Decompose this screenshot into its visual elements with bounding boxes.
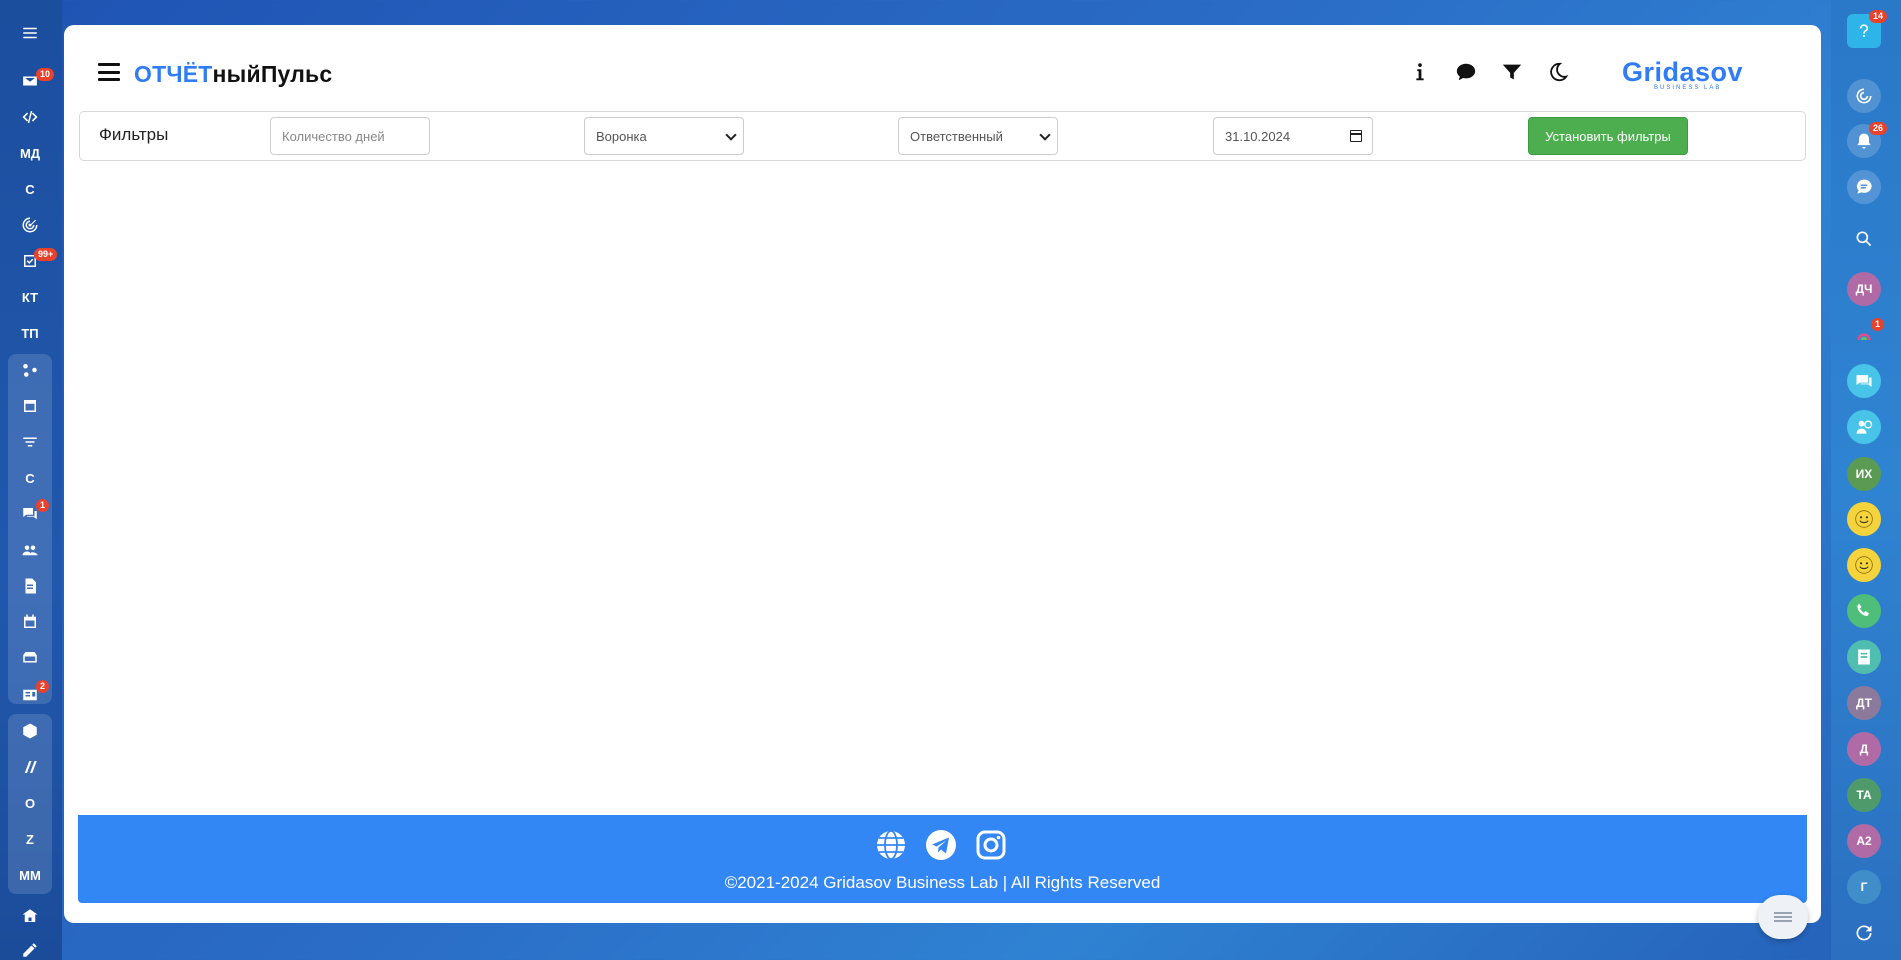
chat-badge: 1 <box>36 499 50 512</box>
rainbow-badge: 1 <box>1871 318 1885 331</box>
rail-c2[interactable]: С <box>8 463 52 493</box>
info-icon[interactable] <box>1409 61 1431 83</box>
rail-mm[interactable]: ММ <box>8 860 52 890</box>
chevron-down-icon <box>725 129 737 141</box>
smiley-icon[interactable] <box>1847 502 1881 536</box>
avatar-dt[interactable]: ДТ <box>1847 686 1881 720</box>
date-value: 31.10.2024 <box>1225 128 1291 144</box>
filter-icon[interactable] <box>8 427 52 457</box>
report-content-area <box>79 161 1806 815</box>
smiley-icon[interactable] <box>1847 548 1881 582</box>
brand-subtitle: BUSINESS LAB <box>1654 85 1722 91</box>
responsible-select[interactable]: Ответственный <box>898 117 1058 155</box>
help-icon[interactable]: 14 <box>1847 10 1888 48</box>
phone-icon[interactable] <box>1847 594 1881 628</box>
code-icon[interactable] <box>8 102 52 132</box>
funnel-selected: Воронка <box>596 128 647 144</box>
menu-icon[interactable] <box>8 18 52 48</box>
contact-card-icon[interactable]: 2 <box>8 680 52 710</box>
bell-icon[interactable]: 26 <box>1847 122 1888 158</box>
header-actions <box>1409 61 1569 83</box>
days-input[interactable]: Количество дней <box>270 117 430 155</box>
help-badge: 14 <box>1869 10 1888 23</box>
message-icon[interactable] <box>1847 170 1881 204</box>
app-logo-title: ОТЧЁТныйПульс <box>134 61 332 88</box>
rail-tp[interactable]: ТП <box>8 318 52 348</box>
window-icon[interactable] <box>8 391 52 421</box>
instagram-icon[interactable] <box>975 829 1007 861</box>
rail-c[interactable]: С <box>8 174 52 204</box>
rail-md[interactable]: МД <box>8 138 52 168</box>
avatar-ta[interactable]: ТА <box>1847 778 1881 812</box>
filter-icon[interactable] <box>1501 61 1523 83</box>
menu-toggle-icon[interactable] <box>98 63 120 81</box>
mail-icon[interactable]: 10 <box>8 66 55 96</box>
moon-icon[interactable] <box>1547 61 1569 83</box>
chevron-down-icon <box>1039 129 1051 141</box>
avatar-dch[interactable]: ДЧ <box>1847 272 1881 306</box>
telegram-icon[interactable] <box>925 829 957 861</box>
chat-icon[interactable]: 1 <box>8 499 52 529</box>
avatar-g[interactable]: Г <box>1847 870 1881 904</box>
search-icon[interactable] <box>1847 222 1881 256</box>
brand-logo: Gridasov BUSINESS LAB <box>1622 57 1744 91</box>
calendar-icon[interactable] <box>1350 130 1362 142</box>
rail-z[interactable]: Z <box>8 824 52 854</box>
copyright-text: ©2021-2024 Gridasov Business Lab | All R… <box>724 873 1161 892</box>
document-icon[interactable] <box>8 571 52 601</box>
avatar-a2[interactable]: А2 <box>1847 824 1881 858</box>
rail-kt[interactable]: КТ <box>8 282 52 312</box>
filters-bar: Фильтры Количество дней Воронка Ответств… <box>79 111 1806 161</box>
group-icon[interactable] <box>8 535 52 565</box>
main-panel: ОТЧЁТныйПульс Gridasov BUSINESS LAB Филь… <box>64 25 1821 923</box>
brand-name: Gridasov <box>1622 57 1744 87</box>
user-clock-icon[interactable] <box>1847 410 1881 444</box>
rail-o[interactable]: О <box>8 788 52 818</box>
apply-filters-button[interactable]: Установить фильтры <box>1528 117 1688 155</box>
avatar-d[interactable]: Д <box>1847 732 1881 766</box>
social-links <box>875 829 1007 861</box>
avatar-ikh[interactable]: ИХ <box>1847 457 1881 491</box>
rainbow-icon[interactable]: 1 <box>1847 318 1885 352</box>
responsible-selected: Ответственный <box>910 128 1003 144</box>
house-icon[interactable] <box>8 901 52 931</box>
globe-icon[interactable] <box>875 829 907 861</box>
floating-menu-button[interactable] <box>1758 895 1808 939</box>
task-badge: 99+ <box>34 248 58 261</box>
share-icon[interactable] <box>8 355 52 385</box>
slashes-icon[interactable] <box>8 752 52 782</box>
title-part-2: ныйПульс <box>212 61 333 87</box>
refresh-icon[interactable] <box>1847 916 1881 950</box>
calendar-icon[interactable] <box>8 607 52 637</box>
bell-badge: 26 <box>1869 122 1888 135</box>
date-input[interactable]: 31.10.2024 <box>1213 117 1373 155</box>
right-sidebar: 14 26 ДЧ 1 ИХ ДТ Д ТА А2 Г <box>1831 0 1901 960</box>
app-header: ОТЧЁТныйПульс Gridasov BUSINESS LAB <box>64 25 1821 111</box>
filters-title: Фильтры <box>99 125 169 144</box>
target-icon[interactable] <box>1847 79 1881 113</box>
storage-icon[interactable] <box>8 643 52 673</box>
funnel-select[interactable]: Воронка <box>584 117 744 155</box>
left-sidebar: 10 МД С 99+ КТ ТП С 1 2 О Z ММ <box>0 0 62 960</box>
task-icon[interactable]: 99+ <box>8 246 58 276</box>
target-icon[interactable] <box>8 210 52 240</box>
comment-icon[interactable] <box>1455 61 1477 83</box>
cube-icon[interactable] <box>8 716 52 746</box>
list-icon <box>1774 910 1792 924</box>
mail-badge: 10 <box>36 68 55 81</box>
pen-icon[interactable] <box>8 935 52 960</box>
footer: ©2021-2024 Gridasov Business Lab | All R… <box>78 815 1807 903</box>
title-part-1: ОТЧЁТ <box>134 61 213 87</box>
days-placeholder: Количество дней <box>282 128 385 144</box>
notebook-icon[interactable] <box>1847 640 1881 674</box>
chat-bubbles-icon[interactable] <box>1847 364 1881 398</box>
contact-badge: 2 <box>36 680 50 693</box>
